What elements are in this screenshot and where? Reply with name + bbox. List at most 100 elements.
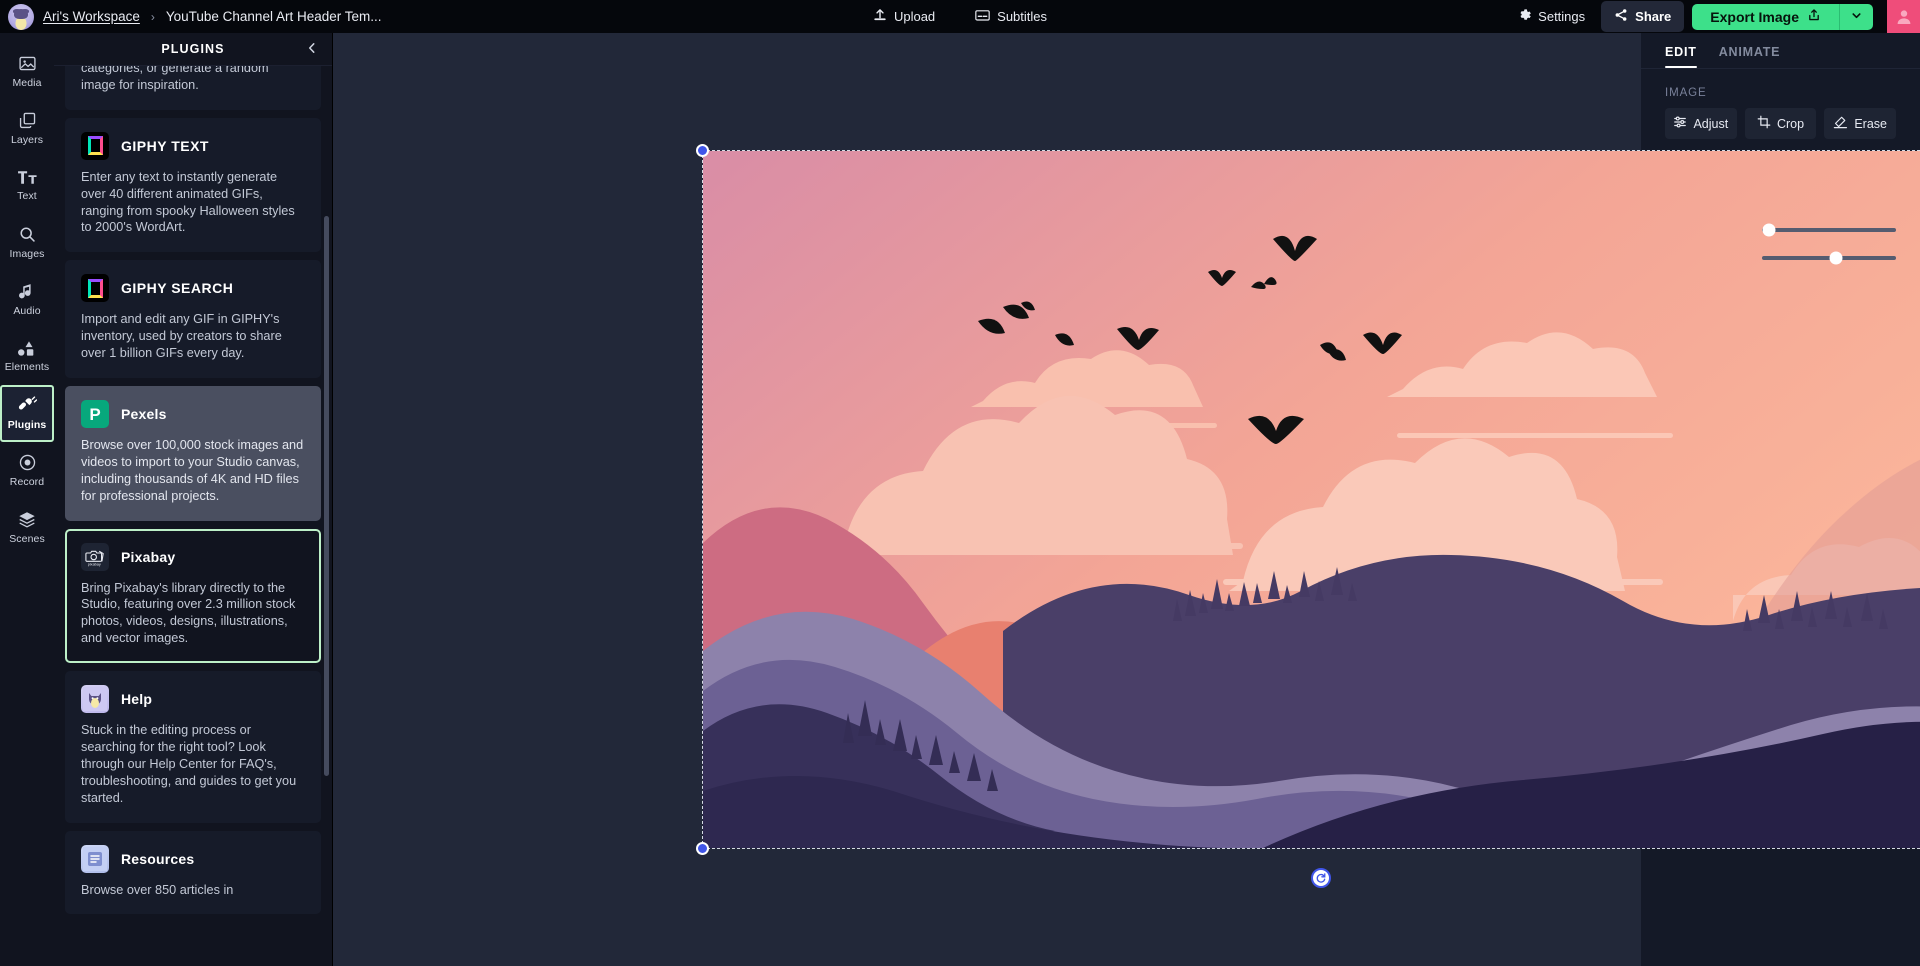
- plugins-panel-header: PLUGINS: [54, 33, 332, 66]
- document-title[interactable]: YouTube Channel Art Header Tem...: [166, 9, 382, 24]
- plugin-card-partial[interactable]: x categories, or generate a random image…: [65, 66, 321, 110]
- plugin-card-header: Resources: [81, 844, 305, 873]
- canvas-area[interactable]: [333, 33, 1920, 966]
- plugin-name: GIPHY SEARCH: [121, 280, 234, 297]
- scenes-icon: [17, 510, 37, 529]
- chevron-down-icon: [1850, 9, 1863, 25]
- sidebar-label-plugins: Plugins: [7, 419, 47, 431]
- sidebar-item-record[interactable]: Record: [0, 442, 54, 499]
- workspace-logo[interactable]: [8, 3, 34, 30]
- plugin-description: Stuck in the editing process or searchin…: [81, 723, 297, 805]
- help-cat-icon: [81, 685, 109, 714]
- sidebar-item-scenes[interactable]: Scenes: [0, 499, 54, 556]
- sidebar-label-media: Media: [12, 77, 42, 89]
- settings-button[interactable]: Settings: [1510, 3, 1593, 30]
- plugins-panel: PLUGINS x: [54, 33, 333, 966]
- sidebar-item-plugins[interactable]: Plugins: [0, 385, 54, 442]
- upload-label: Upload: [893, 9, 936, 24]
- tab-animate[interactable]: ANIMATE: [1719, 45, 1781, 68]
- collapse-panel-button[interactable]: [302, 39, 322, 59]
- image-actions-row: Adjust Crop Erase: [1665, 108, 1897, 139]
- sidebar-label-layers: Layers: [10, 134, 44, 146]
- plugin-card-header: P Pexels: [81, 400, 305, 429]
- pexels-icon: P: [81, 400, 109, 429]
- crop-button[interactable]: Crop: [1744, 108, 1817, 139]
- plugin-description: categories, or generate a random image f…: [81, 66, 269, 92]
- rotate-handle[interactable]: [1311, 868, 1331, 888]
- share-icon: [1614, 8, 1628, 25]
- zoom-slider-knob[interactable]: [1829, 251, 1843, 265]
- plugin-description: Import and edit any GIF in GIPHY's inven…: [81, 312, 282, 361]
- studio-app: Ari's Workspace › YouTube Channel Art He…: [0, 0, 1920, 966]
- sidebar-label-audio: Audio: [13, 305, 41, 317]
- plugins-scroll-area[interactable]: x categories, or generate a random image…: [54, 66, 332, 966]
- text-icon: [17, 169, 38, 186]
- plugin-card-header: Help: [81, 685, 305, 714]
- plugin-card-resources[interactable]: Resources Browse over 850 articles in: [65, 830, 321, 915]
- selected-layer[interactable]: [696, 144, 1920, 888]
- plugin-name: Help: [121, 691, 153, 708]
- corners-slider[interactable]: [1762, 223, 1896, 237]
- selection-bounding-box: [702, 150, 1920, 849]
- plugin-card-help[interactable]: Help Stuck in the editing process or sea…: [65, 671, 321, 823]
- sliders-icon: [1673, 115, 1687, 132]
- plugin-description: Bring Pixabay's library directly to the …: [81, 580, 296, 646]
- sidebar-item-audio[interactable]: Audio: [0, 271, 54, 328]
- record-icon: [18, 453, 37, 472]
- plugin-description: Enter any text to instantly generate ove…: [81, 169, 295, 235]
- sidebar-item-images[interactable]: Images: [0, 214, 54, 271]
- plugin-card-header: pixabay Pixabay: [81, 542, 305, 571]
- upload-button[interactable]: Upload: [867, 4, 941, 29]
- export-image-button[interactable]: Export Image: [1692, 3, 1839, 30]
- sidebar-label-elements: Elements: [4, 361, 50, 373]
- resize-handle-top-left[interactable]: [696, 144, 709, 157]
- music-note-icon: [18, 282, 36, 301]
- resize-handle-bottom-left[interactable]: [696, 842, 709, 855]
- tab-edit[interactable]: EDIT: [1665, 45, 1697, 68]
- corners-slider-knob[interactable]: [1762, 223, 1776, 237]
- top-toolbar: Ari's Workspace › YouTube Channel Art He…: [0, 0, 1920, 33]
- plugin-card-pixabay[interactable]: pixabay Pixabay Bring Pixabay's library …: [65, 528, 321, 664]
- export-label: Export Image: [1710, 8, 1799, 25]
- plugin-name: Pixabay: [121, 548, 176, 565]
- plugin-card-pexels[interactable]: P Pexels Browse over 100,000 stock image…: [65, 386, 321, 521]
- plug-icon: [17, 396, 37, 415]
- plugin-card-header: GIPHY SEARCH: [81, 274, 305, 303]
- giphy-icon: [81, 274, 109, 303]
- shapes-icon: [17, 340, 37, 357]
- export-options-button[interactable]: [1839, 3, 1873, 30]
- subtitles-button[interactable]: Subtitles: [969, 4, 1053, 29]
- sidebar-label-text: Text: [17, 190, 37, 202]
- adjust-label: Adjust: [1693, 116, 1729, 131]
- sidebar-label-images: Images: [9, 248, 45, 260]
- plugin-card-giphy-text[interactable]: GIPHY TEXT Enter any text to instantly g…: [65, 117, 321, 253]
- plugin-name: GIPHY TEXT: [121, 137, 209, 154]
- erase-button[interactable]: Erase: [1824, 108, 1897, 139]
- sidebar-item-text[interactable]: Text: [0, 157, 54, 214]
- layers-stack-icon: [18, 111, 37, 130]
- plugin-name: Resources: [121, 850, 195, 867]
- user-avatar[interactable]: [1887, 0, 1920, 33]
- pixabay-icon: pixabay: [81, 542, 109, 571]
- plugin-card-header: GIPHY TEXT: [81, 131, 305, 160]
- adjust-button[interactable]: Adjust: [1665, 108, 1737, 139]
- plugin-list: x categories, or generate a random image…: [65, 66, 321, 915]
- properties-tabs: EDIT ANIMATE: [1641, 33, 1920, 68]
- breadcrumb: Ari's Workspace › YouTube Channel Art He…: [0, 3, 382, 30]
- panel-scrollbar[interactable]: [324, 216, 329, 776]
- plugin-name: Pexels: [121, 406, 167, 423]
- svg-text:pixabay: pixabay: [88, 562, 101, 566]
- upload-icon: [873, 8, 887, 25]
- plugin-card-giphy-search[interactable]: GIPHY SEARCH Import and edit any GIF in …: [65, 260, 321, 379]
- share-button[interactable]: Share: [1601, 1, 1685, 32]
- image-icon: [18, 54, 37, 73]
- top-right-actions: Settings Share Export Image: [1510, 0, 1920, 33]
- crop-icon: [1757, 115, 1771, 132]
- sidebar-item-layers[interactable]: Layers: [0, 100, 54, 157]
- giphy-icon: [81, 131, 109, 160]
- breadcrumb-separator: ›: [150, 9, 155, 24]
- sidebar-item-elements[interactable]: Elements: [0, 328, 54, 385]
- sidebar-item-media[interactable]: Media: [0, 43, 54, 100]
- workspace-link[interactable]: Ari's Workspace: [43, 9, 140, 24]
- zoom-slider[interactable]: [1762, 251, 1896, 265]
